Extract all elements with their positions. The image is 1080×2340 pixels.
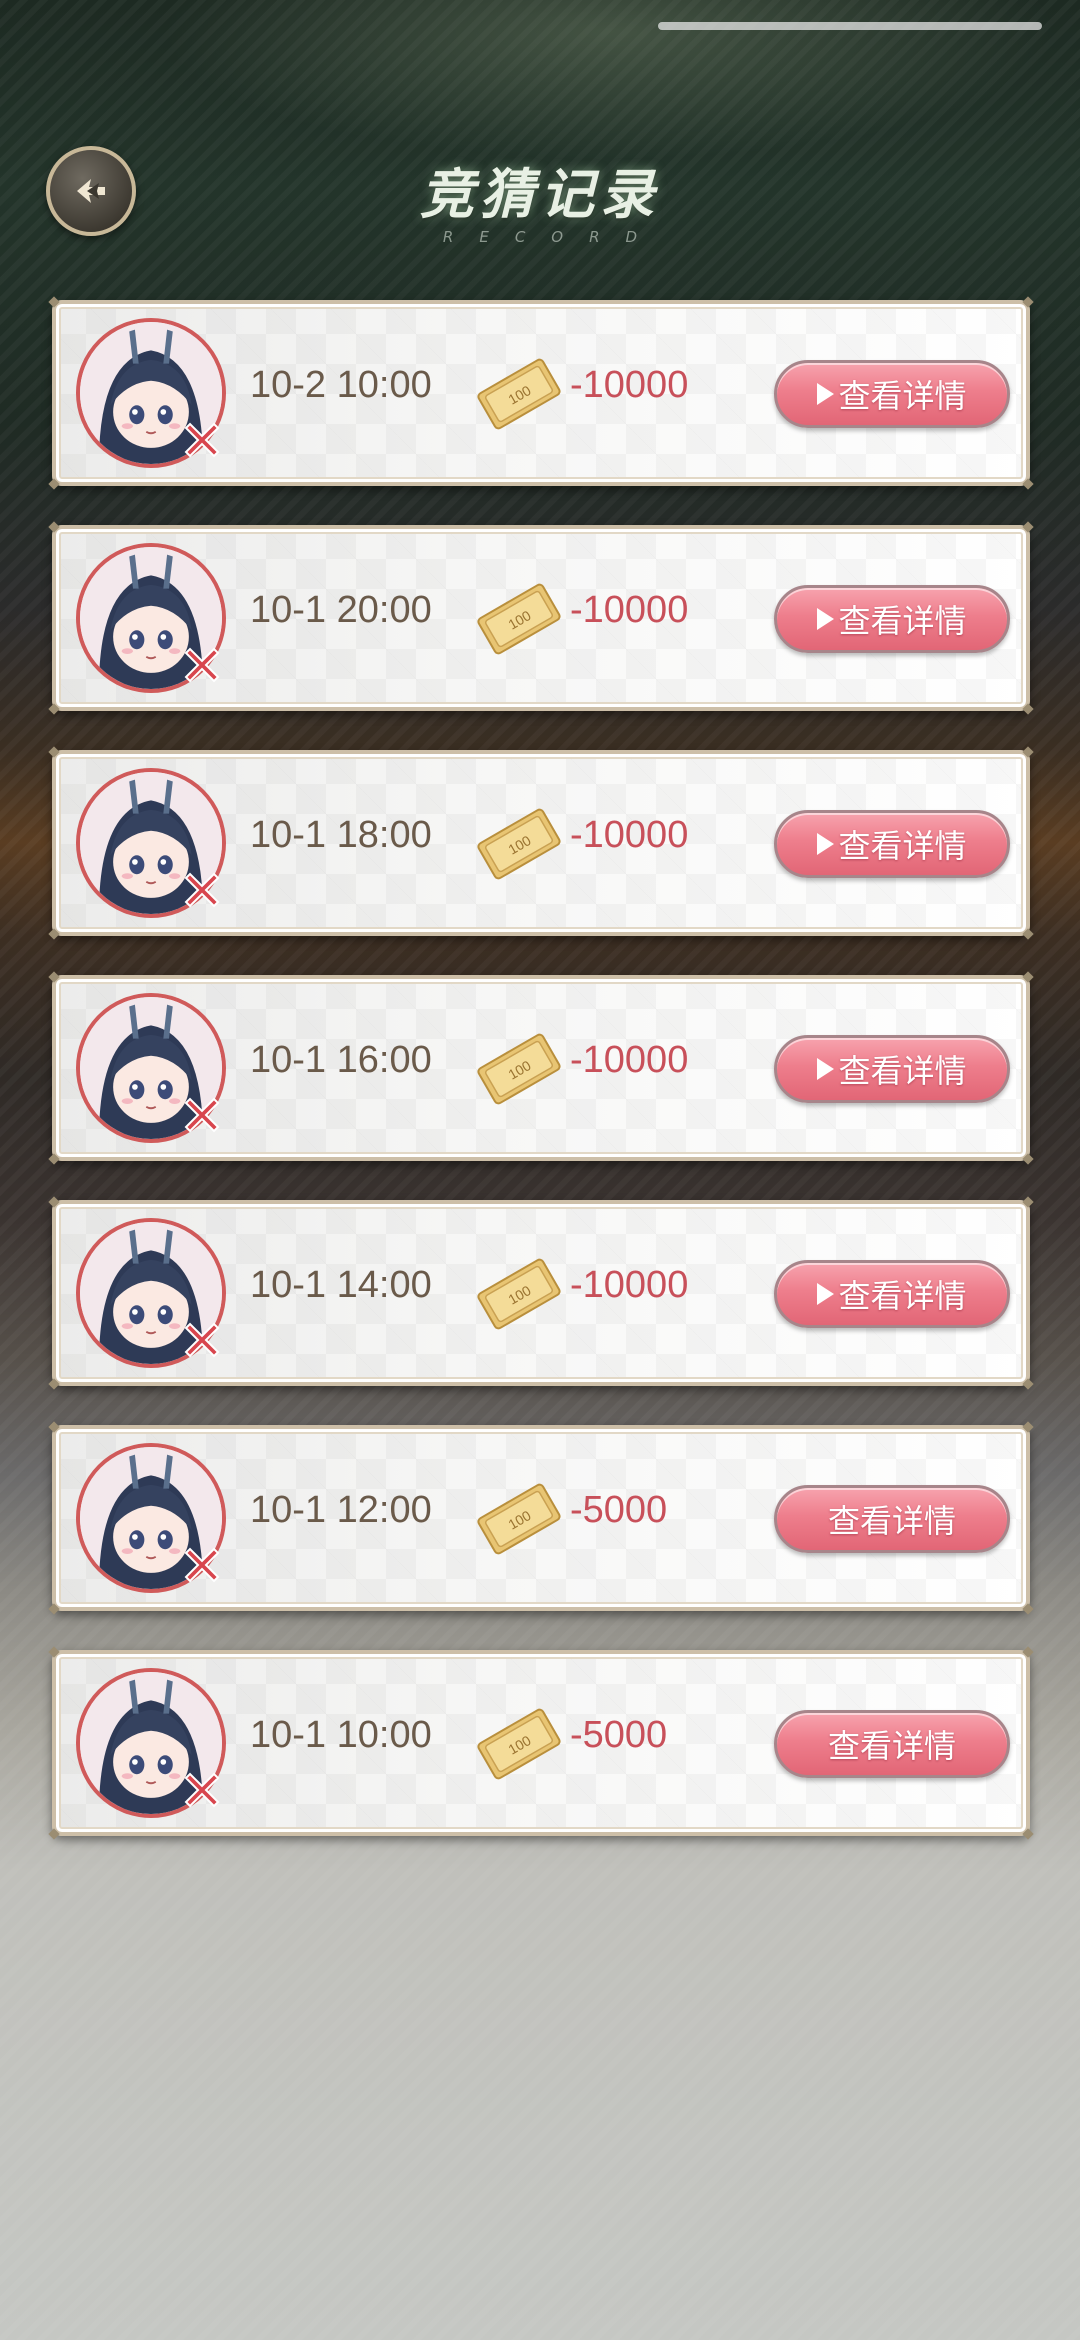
red-x-icon xyxy=(184,1547,220,1583)
play-triangle-icon xyxy=(817,1058,835,1080)
record-amount: -10000 xyxy=(570,814,689,856)
ticket-100-icon: 100 xyxy=(477,1708,561,1780)
record-amount: -5000 xyxy=(570,1489,668,1531)
record-amount: -10000 xyxy=(570,1039,689,1081)
page-title: 竞猜记录 xyxy=(420,163,660,226)
record-card: 10-2 10:00 100 -10000 查看详情 xyxy=(48,296,1034,490)
record-card: 10-1 18:00 100 -10000 查看详情 xyxy=(48,746,1034,940)
red-x-icon xyxy=(184,1322,220,1358)
view-details-label: 查看详情 xyxy=(838,377,967,415)
record-time: 10-1 10:00 xyxy=(250,1714,432,1756)
red-x-icon xyxy=(184,422,220,458)
record-amount: -10000 xyxy=(570,364,689,406)
ticket-100-icon: 100 xyxy=(477,1483,561,1555)
record-card: 10-1 16:00 100 -10000 查看详情 xyxy=(48,971,1034,1165)
record-time: 10-1 16:00 xyxy=(250,1039,432,1081)
view-details-button[interactable]: 查看详情 xyxy=(774,360,1010,428)
view-details-button[interactable]: 查看详情 xyxy=(774,1710,1010,1778)
record-time: 10-1 20:00 xyxy=(250,589,432,631)
play-triangle-icon xyxy=(817,1283,835,1305)
red-x-icon xyxy=(184,1772,220,1808)
record-amount: -10000 xyxy=(570,1264,689,1306)
ticket-100-icon: 100 xyxy=(477,1258,561,1330)
record-card: 10-1 20:00 100 -10000 查看详情 xyxy=(48,521,1034,715)
record-card: 10-1 10:00 100 -5000 查看详情 xyxy=(48,1646,1034,1840)
view-details-button[interactable]: 查看详情 xyxy=(774,585,1010,653)
view-details-button[interactable]: 查看详情 xyxy=(774,810,1010,878)
play-triangle-icon xyxy=(817,833,835,855)
view-details-label: 查看详情 xyxy=(838,1277,967,1315)
view-details-button[interactable]: 查看详情 xyxy=(774,1260,1010,1328)
record-list: 10-2 10:00 100 -10000 查看详情 10-1 20:00 10… xyxy=(48,296,1034,1875)
view-details-label: 查看详情 xyxy=(838,827,967,865)
record-amount: -10000 xyxy=(570,589,689,631)
ticket-100-icon: 100 xyxy=(477,583,561,655)
view-details-button[interactable]: 查看详情 xyxy=(774,1035,1010,1103)
ticket-100-icon: 100 xyxy=(477,808,561,880)
record-time: 10-1 14:00 xyxy=(250,1264,432,1306)
view-details-label: 查看详情 xyxy=(827,1502,956,1540)
record-time: 10-2 10:00 xyxy=(250,364,432,406)
view-details-label: 查看详情 xyxy=(827,1727,956,1765)
view-details-label: 查看详情 xyxy=(838,602,967,640)
view-details-label: 查看详情 xyxy=(838,1052,967,1090)
red-x-icon xyxy=(184,647,220,683)
record-time: 10-1 12:00 xyxy=(250,1489,432,1531)
record-card: 10-1 14:00 100 -10000 查看详情 xyxy=(48,1196,1034,1390)
top-indicator-bar xyxy=(658,22,1042,30)
ticket-100-icon: 100 xyxy=(477,1033,561,1105)
red-x-icon xyxy=(184,1097,220,1133)
page-subtitle: RECORD xyxy=(442,228,664,246)
play-triangle-icon xyxy=(817,608,835,630)
play-triangle-icon xyxy=(817,383,835,405)
ticket-100-icon: 100 xyxy=(477,358,561,430)
record-amount: -5000 xyxy=(570,1714,668,1756)
record-card: 10-1 12:00 100 -5000 查看详情 xyxy=(48,1421,1034,1615)
record-time: 10-1 18:00 xyxy=(250,814,432,856)
view-details-button[interactable]: 查看详情 xyxy=(774,1485,1010,1553)
red-x-icon xyxy=(184,872,220,908)
